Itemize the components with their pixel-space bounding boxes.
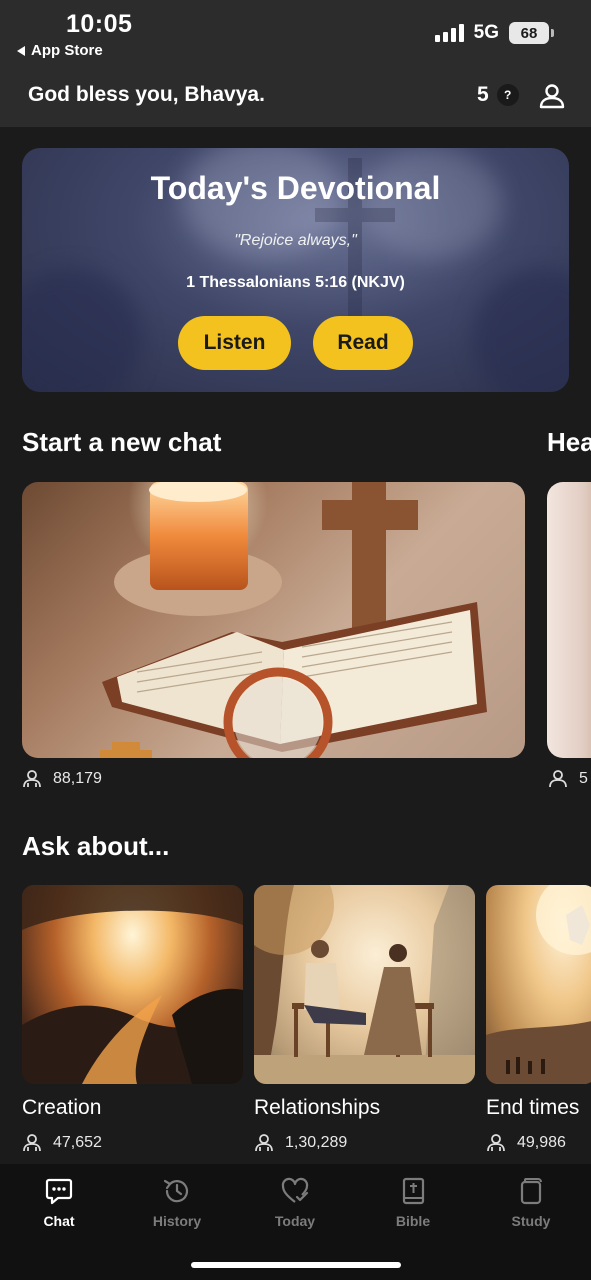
users-icon [255,1134,273,1152]
nav-chat[interactable]: Chat [14,1176,104,1229]
chat-bubble-icon [45,1178,73,1205]
ask-users-relationships: 1,30,289 [254,1134,347,1152]
read-button[interactable]: Read [313,316,413,370]
status-indicators: 5G 68 [434,22,554,44]
devotional-card[interactable]: Today's Devotional "Rejoice always," 1 T… [22,148,569,392]
study-icon [520,1178,542,1205]
nav-study[interactable]: Study [486,1176,576,1229]
ask-users-creation: 47,652 [22,1134,102,1152]
users-icon [487,1134,505,1152]
ask-about-heading: Ask about... [22,831,170,861]
chat-card-users: 88,179 [22,770,102,788]
nav-bible[interactable]: Bible [368,1176,458,1229]
help-icon[interactable]: ? [496,84,519,106]
battery-icon: 68 [509,22,554,44]
nav-history-label: History [152,1213,202,1229]
creation-image [22,885,243,1084]
listen-button[interactable]: Listen [178,316,291,370]
devotional-quote: "Rejoice always," [234,232,357,249]
ask-card-relationships[interactable] [254,885,475,1084]
chat-card-count: 88,179 [53,770,102,787]
status-time: 10:05 [66,10,133,38]
bible-icon [402,1177,425,1205]
chat-card-bible-study[interactable] [22,482,525,758]
ask-label-end-times: End times [486,1096,580,1119]
relationships-image [254,885,475,1084]
ask-count-creation: 47,652 [53,1134,102,1151]
nav-study-label: Study [511,1213,551,1229]
person-icon[interactable] [538,82,566,110]
chat-card-next-users: 5 [548,770,588,788]
next-section-heading: Hea [547,427,591,457]
top-bar: 10:05 App Store 5G 68 God bless you, Bha… [0,0,591,127]
back-app-label: App Store [31,42,103,59]
bible-candle-image [100,482,487,758]
users-icon [23,1134,41,1152]
nav-today-label: Today [274,1213,316,1229]
nav-chat-label: Chat [43,1213,75,1229]
ask-card-creation[interactable] [22,885,243,1084]
credits-count: 5 [477,83,489,106]
end-times-image [486,885,591,1084]
history-icon [163,1179,189,1203]
back-arrow-icon [17,45,25,56]
chat-card-next[interactable] [547,482,591,758]
ask-count-relationships: 1,30,289 [285,1134,348,1151]
credits-counter[interactable]: 5 ? [477,83,519,107]
network-type: 5G [473,22,499,43]
chat-card-next-count: 5 [579,770,588,787]
greeting-text: God bless you, Bhavya. [28,83,265,106]
back-to-app-store[interactable]: App Store [17,42,103,59]
devotional-title: Today's Devotional [150,170,441,206]
users-icon [23,770,41,788]
devotional-reference: 1 Thessalonians 5:16 (NKJV) [186,274,405,291]
nav-bible-label: Bible [395,1213,431,1229]
ask-label-creation: Creation [22,1096,102,1119]
nav-today[interactable]: Today [250,1176,340,1229]
ask-card-end-times[interactable] [486,885,591,1084]
ask-users-end-times: 49,986 [486,1134,566,1152]
heart-check-icon [281,1177,309,1203]
users-icon [549,770,567,788]
home-indicator[interactable] [191,1262,401,1268]
start-chat-heading: Start a new chat [22,427,222,457]
ask-label-relationships: Relationships [254,1096,381,1119]
ask-count-end-times: 49,986 [517,1134,566,1151]
battery-level: 68 [520,24,538,42]
nav-history[interactable]: History [132,1176,222,1229]
signal-icon [434,24,464,42]
